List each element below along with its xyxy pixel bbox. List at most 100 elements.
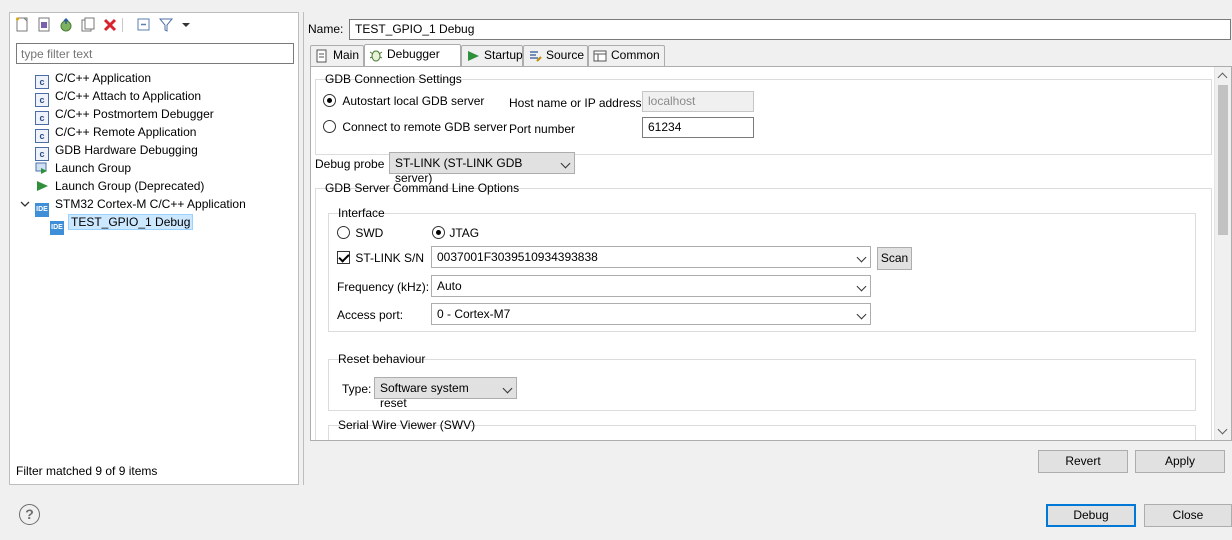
radio-label: Connect to remote GDB server [342, 120, 508, 134]
tree-item-label: C/C++ Application [55, 71, 152, 85]
debug-probe-label: Debug probe [315, 157, 385, 171]
radio-label: Autostart local GDB server [342, 94, 485, 108]
tree-item-launch-group[interactable]: Launch Group [35, 159, 131, 177]
name-field[interactable]: TEST_GPIO_1 Debug [349, 19, 1231, 40]
checkbox-indicator[interactable] [337, 251, 350, 264]
config-editor-panel: Name: TEST_GPIO_1 Debug Main Debugger St… [303, 12, 1232, 485]
chevron-down-icon [856, 281, 867, 292]
launch-group-icon [35, 161, 49, 175]
tab-label: Main [333, 48, 360, 62]
common-icon [593, 49, 607, 63]
document-icon [315, 49, 329, 63]
tree-item-cpp-postmortem[interactable]: c C/C++ Postmortem Debugger [35, 105, 214, 125]
debug-probe-select[interactable]: ST-LINK (ST-LINK GDB server) [389, 152, 575, 185]
tree-item-test-gpio-debug[interactable]: IDE TEST_GPIO_1 Debug [50, 213, 194, 235]
select-value: 0037001F3039510934393838 [437, 250, 598, 264]
port-field[interactable]: 61234 [642, 117, 754, 138]
export-config-icon[interactable] [58, 17, 74, 33]
access-port-select[interactable]: 0 - Cortex-M7 [431, 303, 871, 325]
tree-item-launch-group-deprecated[interactable]: Launch Group (Deprecated) [35, 177, 204, 195]
chevron-down-icon [856, 309, 867, 320]
autostart-radio[interactable]: Autostart local GDB server [323, 94, 484, 108]
scroll-up-icon[interactable] [1217, 72, 1228, 83]
tab-label: Source [546, 48, 585, 62]
scroll-down-icon[interactable] [1217, 424, 1228, 435]
port-label: Port number [509, 122, 576, 136]
stlink-sn-checkbox[interactable]: ST-LINK S/N [337, 251, 424, 265]
new-prototype-icon[interactable] [36, 17, 52, 33]
ide-icon: IDE [35, 203, 49, 217]
select-value: 0 - Cortex-M7 [437, 307, 511, 321]
stlink-sn-select[interactable]: 0037001F3039510934393838 [431, 246, 871, 268]
launch-group-deprecated-icon [35, 179, 49, 193]
chevron-down-icon [502, 383, 513, 394]
radio-label: JTAG [449, 226, 480, 240]
jtag-radio[interactable]: JTAG [432, 226, 479, 240]
help-icon[interactable]: ? [19, 504, 40, 525]
duplicate-config-icon[interactable] [80, 17, 96, 33]
tab-debugger[interactable]: Debugger [364, 44, 461, 67]
tab-label: Common [611, 48, 660, 62]
checkbox-label: ST-LINK S/N [355, 251, 425, 265]
new-config-icon[interactable] [14, 17, 30, 33]
group-title: GDB Server Command Line Options [325, 181, 520, 195]
collapse-all-icon[interactable] [136, 17, 152, 33]
gdb-connection-group [315, 79, 1212, 155]
filter-icon[interactable] [158, 17, 174, 33]
apply-button[interactable]: Apply [1135, 450, 1225, 473]
tab-common[interactable]: Common [588, 45, 665, 66]
tree-item-label: GDB Hardware Debugging [55, 143, 198, 157]
access-port-label: Access port: [337, 308, 404, 322]
tree-item-stm32-cortex-m[interactable]: IDE STM32 Cortex-M C/C++ Application [19, 195, 246, 217]
reset-type-select[interactable]: Software system reset [374, 377, 517, 410]
tree-item-cpp-attach[interactable]: c C/C++ Attach to Application [35, 87, 202, 107]
play-icon [466, 49, 480, 63]
radio-indicator[interactable] [323, 94, 336, 107]
radio-label: SWD [355, 226, 384, 240]
radio-indicator[interactable] [337, 226, 350, 239]
group-title: Interface [338, 206, 385, 220]
debugger-tab-content: GDB Connection Settings Autostart local … [310, 66, 1232, 441]
chevron-down-icon [560, 158, 571, 169]
tree-item-label: STM32 Cortex-M C/C++ Application [55, 197, 246, 211]
tree-item-cpp-application[interactable]: c C/C++ Application [35, 69, 152, 89]
remote-gdb-radio[interactable]: Connect to remote GDB server [323, 120, 507, 134]
select-value: Auto [437, 279, 462, 293]
chevron-down-icon[interactable] [19, 197, 31, 209]
tree-item-label: C/C++ Postmortem Debugger [55, 107, 214, 121]
ide-icon: IDE [50, 221, 64, 235]
bug-icon [369, 48, 383, 62]
group-title: Serial Wire Viewer (SWV) [338, 418, 476, 432]
toolbar-separator [122, 18, 123, 32]
tab-source[interactable]: Source [523, 45, 588, 66]
close-button[interactable]: Close [1144, 504, 1232, 527]
tree-item-label: C/C++ Attach to Application [55, 89, 202, 103]
tree-item-gdb-hardware[interactable]: c GDB Hardware Debugging [35, 141, 198, 161]
scan-button[interactable]: Scan [877, 247, 912, 270]
group-title: GDB Connection Settings [325, 72, 462, 86]
vertical-scrollbar[interactable] [1214, 67, 1231, 440]
debug-button[interactable]: Debug [1046, 504, 1136, 527]
tree-item-label: C/C++ Remote Application [55, 125, 197, 139]
tree-item-cpp-remote[interactable]: c C/C++ Remote Application [35, 123, 197, 143]
radio-indicator[interactable] [432, 226, 445, 239]
frequency-label: Frequency (kHz): [337, 280, 430, 294]
type-label: Type: [342, 382, 372, 396]
filter-input[interactable] [16, 43, 294, 64]
radio-indicator[interactable] [323, 120, 336, 133]
revert-button[interactable]: Revert [1038, 450, 1128, 473]
filter-status: Filter matched 9 of 9 items [16, 464, 158, 478]
scroll-thumb[interactable] [1218, 85, 1228, 235]
swd-radio[interactable]: SWD [337, 226, 383, 240]
host-field[interactable]: localhost [642, 91, 754, 112]
tab-startup[interactable]: Startup [461, 45, 523, 66]
chevron-down-icon [856, 252, 867, 263]
host-label: Host name or IP address [509, 96, 642, 110]
delete-config-icon[interactable] [102, 17, 118, 33]
launch-config-tree-panel: cC/C++ Application cC/C++ Attach to Appl… [9, 12, 299, 485]
source-icon [528, 49, 542, 63]
name-label: Name: [308, 22, 344, 36]
tab-main[interactable]: Main [310, 45, 364, 66]
frequency-select[interactable]: Auto [431, 275, 871, 297]
chevron-down-icon[interactable] [178, 17, 194, 33]
